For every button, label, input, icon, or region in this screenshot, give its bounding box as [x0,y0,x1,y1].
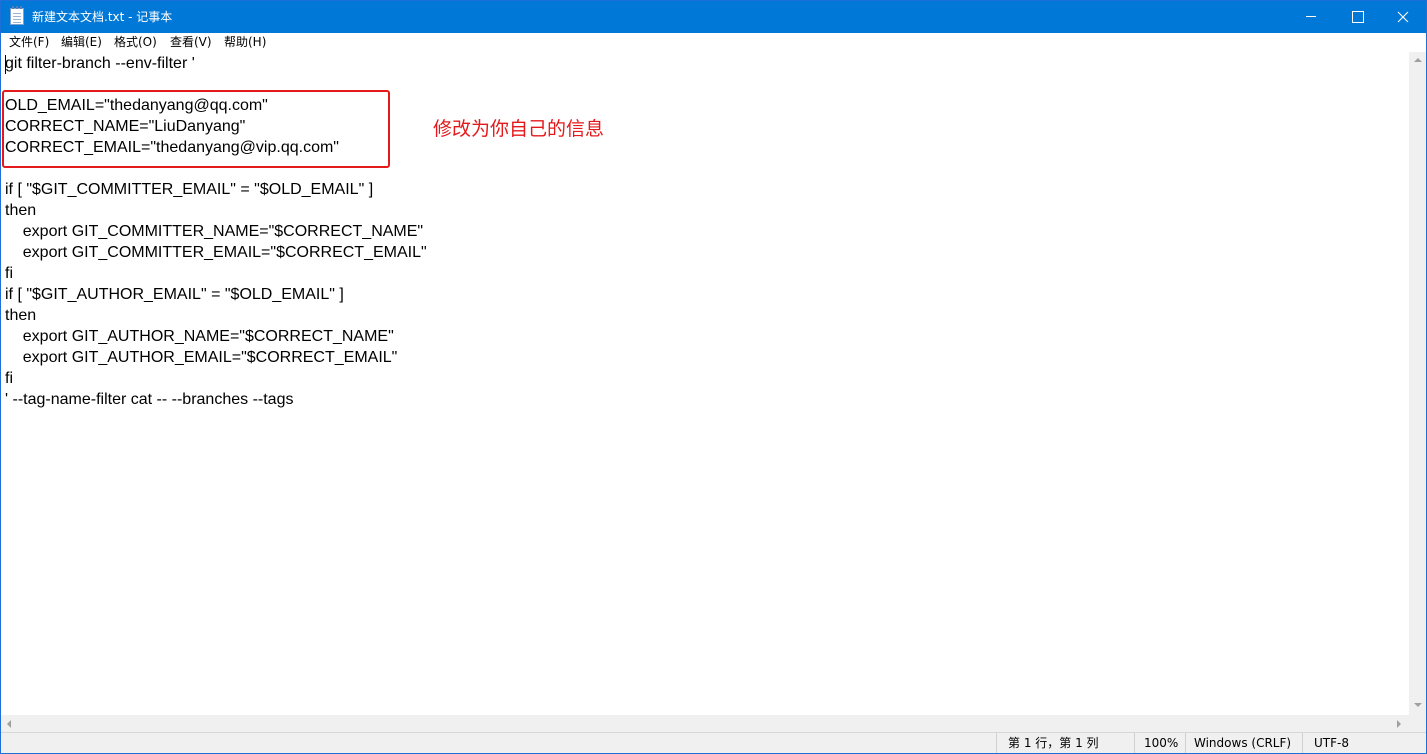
scroll-down-arrow-icon[interactable] [1414,703,1422,707]
status-divider [996,733,997,753]
minimize-button[interactable] [1288,1,1334,33]
editor-line-17: ' --tag-name-filter cat -- --branches --… [5,391,294,408]
title-bar[interactable]: 新建文本文档.txt - 记事本 [1,1,1426,33]
status-bar: 第 1 行，第 1 列 100% Windows (CRLF) UTF-8 [1,732,1426,753]
maximize-button[interactable] [1334,1,1380,33]
editor-line-7: if [ "$GIT_COMMITTER_EMAIL" = "$OLD_EMAI… [5,181,374,198]
status-encoding: UTF-8 [1314,736,1349,750]
status-divider [1185,733,1186,753]
notepad-window: 新建文本文档.txt - 记事本 文件(F) 编辑(E) 格式(O) 查看(V)… [0,0,1427,754]
text-editor[interactable]: git filter-branch --env-filter ' OLD_EMA… [1,52,1409,715]
menu-bar: 文件(F) 编辑(E) 格式(O) 查看(V) 帮助(H) [1,33,1426,52]
annotation-text: 修改为你自己的信息 [433,118,605,140]
window-title: 新建文本文档.txt - 记事本 [32,10,173,24]
scroll-left-arrow-icon[interactable] [7,720,11,728]
status-divider [1302,733,1303,753]
menu-view[interactable]: 查看(V) [170,35,212,50]
scroll-up-arrow-icon[interactable] [1414,58,1422,62]
horizontal-scrollbar[interactable] [1,715,1409,732]
editor-line-8: then [5,202,37,219]
editor-line-1: git filter-branch --env-filter ' [5,55,195,72]
editor-line-13: then [5,307,37,324]
status-divider [1134,733,1135,753]
annotation-highlight-box [2,90,390,168]
close-button[interactable] [1380,1,1426,33]
scrollbar-corner [1409,715,1426,732]
scroll-right-arrow-icon[interactable] [1397,720,1401,728]
editor-line-11: fi [5,265,13,282]
menu-format[interactable]: 格式(O) [114,35,157,50]
editor-line-14: export GIT_AUTHOR_NAME="$CORRECT_NAME" [5,328,394,345]
menu-file[interactable]: 文件(F) [9,35,49,50]
close-icon [1397,11,1409,23]
notepad-icon [10,6,24,25]
menu-help[interactable]: 帮助(H) [224,35,266,50]
status-line-ending: Windows (CRLF) [1194,736,1292,750]
editor-line-10: export GIT_COMMITTER_EMAIL="$CORRECT_EMA… [5,244,427,261]
status-zoom: 100% [1144,736,1179,750]
editor-line-16: fi [5,370,13,387]
vertical-scrollbar[interactable] [1409,52,1426,715]
menu-edit[interactable]: 编辑(E) [61,35,102,50]
editor-line-9: export GIT_COMMITTER_NAME="$CORRECT_NAME… [5,223,424,240]
editor-line-12: if [ "$GIT_AUTHOR_EMAIL" = "$OLD_EMAIL" … [5,286,344,303]
status-cursor-position: 第 1 行，第 1 列 [1008,736,1099,750]
editor-line-15: export GIT_AUTHOR_EMAIL="$CORRECT_EMAIL" [5,349,398,366]
